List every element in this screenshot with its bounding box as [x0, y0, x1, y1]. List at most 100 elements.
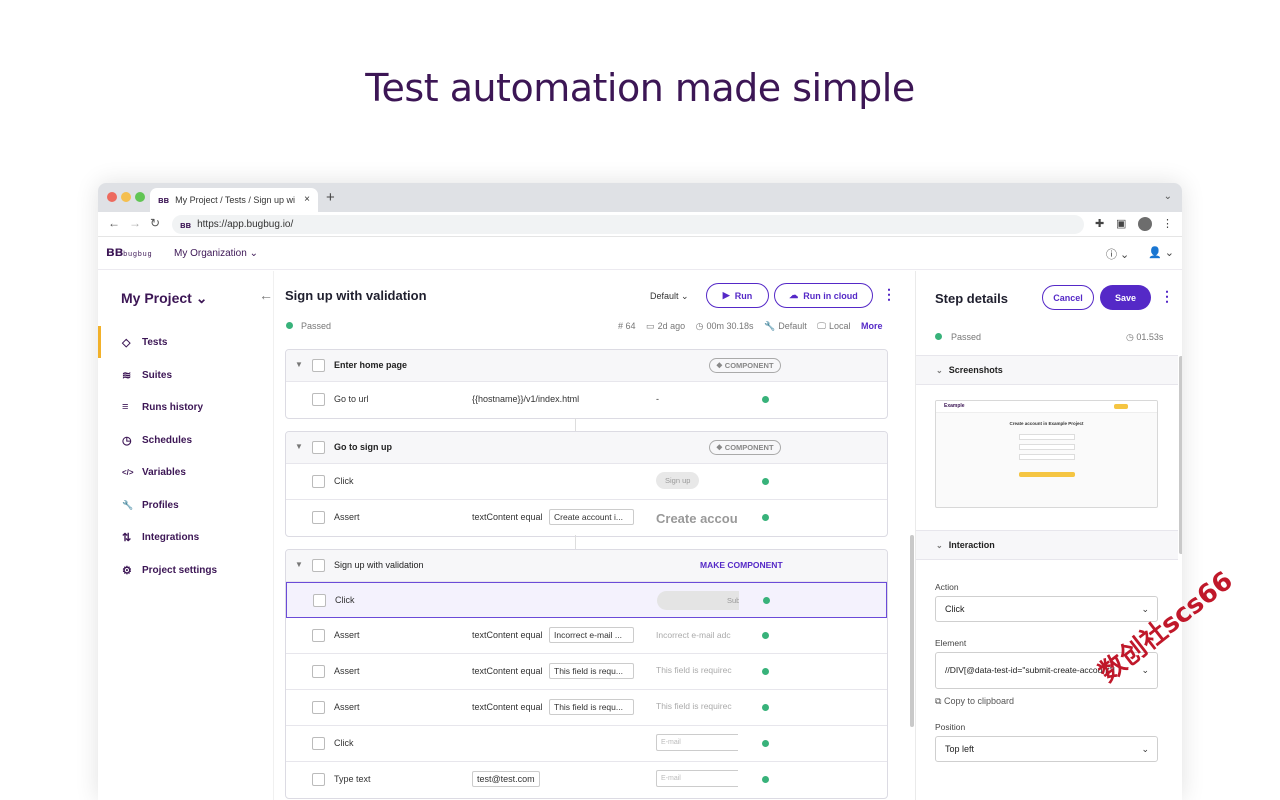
group-checkbox[interactable] — [312, 559, 325, 572]
test-title[interactable]: Sign up with validation — [285, 288, 427, 303]
group-header[interactable]: ▼ Go to sign up ❖ COMPONENT — [286, 432, 887, 464]
sidebar-item-integrations[interactable]: ⇅ Integrations — [98, 521, 273, 553]
sidebar-item-variables[interactable]: </> Variables — [98, 456, 273, 488]
step-value[interactable]: Create account i... — [549, 509, 634, 525]
step-group: ▼ Enter home page ❖ COMPONENT Go to url … — [285, 349, 888, 419]
step-row[interactable]: Click E-mail — [286, 726, 887, 762]
step-checkbox[interactable] — [312, 511, 325, 524]
step-row[interactable]: Assert textContent equal Incorrect e-mai… — [286, 618, 887, 654]
interaction-section-header[interactable]: ⌄ Interaction — [916, 530, 1178, 560]
step-param[interactable]: test@test.com — [472, 771, 540, 787]
sidepanel-icon[interactable]: ▣ — [1116, 217, 1126, 230]
run-in-cloud-button[interactable]: ☁ Run in cloud — [774, 283, 873, 308]
maximize-window-dot[interactable] — [135, 192, 145, 202]
step-checkbox[interactable] — [312, 629, 325, 642]
step-value[interactable]: This field is requ... — [549, 699, 634, 715]
step-row[interactable]: Go to url {{hostname}}/v1/index.html - — [286, 382, 887, 418]
bugbug-logo[interactable]: ʙʙbugbug — [106, 243, 153, 259]
profile-avatar[interactable] — [1138, 217, 1152, 231]
code-icon: </> — [122, 467, 134, 477]
tab-list-chevron-icon[interactable]: ⌄ — [1164, 191, 1172, 202]
group-checkbox[interactable] — [312, 441, 325, 454]
step-group: ▼ Sign up with validation MAKE COMPONENT… — [285, 549, 888, 799]
step-name: Click — [335, 595, 355, 605]
sidebar-item-schedules[interactable]: ◷ Schedules — [98, 424, 273, 456]
screenshot-header: Example — [936, 401, 1157, 413]
step-checkbox[interactable] — [312, 701, 325, 714]
step-value[interactable]: This field is requ... — [549, 663, 634, 679]
screenshot-button — [1114, 404, 1128, 409]
new-tab-button[interactable]: + — [326, 189, 335, 206]
browser-tab[interactable]: ʙʙ My Project / Tests / Sign up wi × — [150, 188, 318, 212]
step-row[interactable]: Assert textContent equal Create account … — [286, 500, 887, 536]
group-name: Sign up with validation — [334, 560, 424, 570]
chevron-down-icon: ⌄ — [1141, 603, 1149, 614]
sidebar-item-profiles[interactable]: 🔧 Profiles — [98, 489, 273, 521]
sidebar-item-suites[interactable]: ≋ Suites — [98, 359, 273, 391]
user-menu-icon[interactable]: 👤 ⌄ — [1148, 246, 1174, 259]
run-button[interactable]: ▶ Run — [706, 283, 769, 308]
sidebar-item-label: Profiles — [142, 499, 179, 511]
step-row[interactable]: Assert textContent equal This field is r… — [286, 690, 887, 726]
close-tab-icon[interactable]: × — [304, 194, 310, 205]
chevron-down-icon[interactable]: ▼ — [295, 442, 303, 451]
chevron-down-icon[interactable]: ▼ — [295, 360, 303, 369]
step-checkbox[interactable] — [312, 393, 325, 406]
group-checkbox[interactable] — [312, 359, 325, 372]
sidebar-item-project-settings[interactable]: ⚙ Project settings — [98, 554, 273, 586]
help-icon[interactable]: ⓘ ⌄ — [1106, 246, 1129, 262]
organization-selector[interactable]: My Organization ⌄ — [174, 248, 258, 259]
close-window-dot[interactable] — [107, 192, 117, 202]
project-selector[interactable]: My Project ⌄ — [121, 290, 207, 307]
url-field[interactable]: ʙʙ https://app.bugbug.io/ — [172, 215, 1084, 234]
more-link[interactable]: More — [861, 321, 883, 331]
step-checkbox[interactable] — [312, 665, 325, 678]
sidebar-item-runs-history[interactable]: ≡ Runs history — [98, 391, 273, 423]
back-arrow-icon[interactable]: ← — [108, 216, 120, 230]
chevron-down-icon[interactable]: ▼ — [295, 560, 303, 569]
step-row[interactable]: Assert textContent equal This field is r… — [286, 654, 887, 690]
app-header: ʙʙbugbug My Organization ⌄ ⓘ ⌄ 👤 ⌄ — [98, 238, 1182, 270]
step-preview: - — [656, 394, 659, 404]
status-dot — [762, 396, 769, 403]
test-more-icon[interactable]: ⋮ — [882, 286, 896, 303]
run-env: Local — [828, 321, 851, 331]
step-param: textContent equal — [472, 512, 543, 522]
sidebar-item-label: Integrations — [142, 531, 200, 543]
save-button[interactable]: Save — [1100, 285, 1151, 310]
sidebar-item-label: Schedules — [142, 434, 193, 446]
browser-menu-icon[interactable]: ⋮ — [1162, 217, 1173, 230]
group-header[interactable]: ▼ Sign up with validation MAKE COMPONENT — [286, 550, 887, 582]
step-checkbox[interactable] — [312, 773, 325, 786]
step-checkbox[interactable] — [313, 594, 326, 607]
cancel-button[interactable]: Cancel — [1042, 285, 1094, 310]
step-screenshot[interactable]: Example Create account in Example Projec… — [935, 400, 1158, 508]
step-row-selected[interactable]: Click Sub — [286, 582, 887, 618]
main-scrollbar[interactable] — [910, 535, 914, 727]
back-arrow-icon[interactable]: ← — [259, 287, 273, 303]
step-row[interactable]: Type text test@test.com E-mail — [286, 762, 887, 798]
reload-icon[interactable]: ↻ — [150, 216, 160, 230]
screenshots-section-header[interactable]: ⌄ Screenshots — [916, 355, 1178, 385]
status-dot — [762, 514, 769, 521]
step-value[interactable]: Incorrect e-mail ... — [549, 627, 634, 643]
copy-to-clipboard-button[interactable]: ⧉ Copy to clipboard — [935, 696, 1014, 707]
step-name: Assert — [334, 702, 360, 712]
position-select[interactable]: Top left ⌄ — [935, 736, 1158, 762]
minimize-window-dot[interactable] — [121, 192, 131, 202]
make-component-button[interactable]: MAKE COMPONENT — [700, 560, 783, 570]
step-row[interactable]: Click Sign up — [286, 464, 887, 500]
panel-more-icon[interactable]: ⋮ — [1160, 288, 1174, 305]
panel-scrollbar[interactable] — [1179, 356, 1182, 554]
group-header[interactable]: ▼ Enter home page ❖ COMPONENT — [286, 350, 887, 382]
extensions-icon[interactable]: ✚ — [1095, 217, 1104, 230]
profile-selector[interactable]: Default ⌄ — [650, 291, 689, 302]
sidebar-item-tests[interactable]: ◇ Tests — [98, 326, 273, 358]
copy-icon: ⧉ — [935, 696, 942, 706]
step-checkbox[interactable] — [312, 475, 325, 488]
sidebar-item-label: Project settings — [142, 564, 218, 576]
step-checkbox[interactable] — [312, 737, 325, 750]
action-select[interactable]: Click ⌄ — [935, 596, 1158, 622]
forward-arrow-icon[interactable]: → — [129, 216, 141, 230]
sidebar-item-label: Tests — [142, 336, 168, 348]
